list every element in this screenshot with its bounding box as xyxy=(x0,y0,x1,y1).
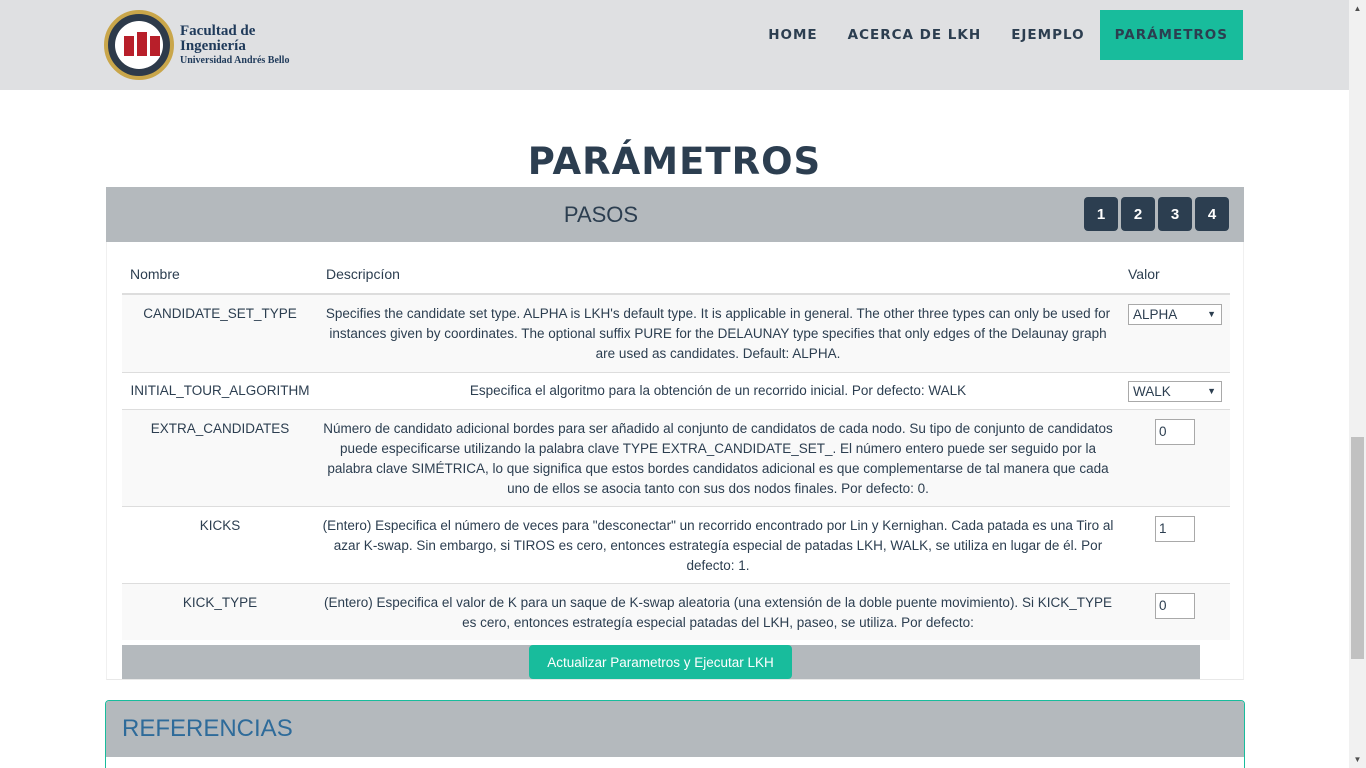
chevron-down-icon: ▼ xyxy=(1207,309,1216,319)
pasos-bar: PASOS 1 2 3 4 xyxy=(106,187,1244,242)
param-description: Specifies the candidate set type. ALPHA … xyxy=(325,306,1111,361)
faculty-logo[interactable]: Facultad de Ingeniería Universidad André… xyxy=(104,9,304,81)
candidate-set-type-select[interactable]: ALPHA ▼ xyxy=(1128,304,1222,325)
pasos-label: PASOS xyxy=(563,202,639,227)
table-row: EXTRA_CANDIDATES Número de candidato adi… xyxy=(122,409,1230,506)
param-description: (Entero) Especifica el valor de K para u… xyxy=(324,595,1112,630)
nav-acerca-de-lkh[interactable]: ACERCA DE LKH xyxy=(833,10,997,60)
chevron-down-icon: ▼ xyxy=(1207,386,1216,396)
page-title: PARÁMETROS xyxy=(527,140,822,183)
references-panel: REFERENCIAS xyxy=(105,700,1245,768)
param-name: KICK_TYPE xyxy=(182,595,258,610)
table-row: KICKS (Entero) Especifica el número de v… xyxy=(122,506,1230,583)
select-value: WALK xyxy=(1133,384,1171,399)
logo-text: Facultad de Ingeniería Universidad André… xyxy=(180,22,290,67)
nav-parametros[interactable]: PARÁMETROS xyxy=(1099,10,1243,60)
parameters-panel: Nombre Descripcíon Valor CANDIDATE_SET_T… xyxy=(106,242,1244,680)
select-value: ALPHA xyxy=(1133,307,1178,322)
kicks-input[interactable]: 1 xyxy=(1155,516,1195,542)
logo-line-3: Universidad Andrés Bello xyxy=(180,54,290,66)
extra-candidates-input[interactable]: 0 xyxy=(1155,419,1195,445)
vertical-scrollbar[interactable]: ▲ ▼ xyxy=(1349,0,1366,768)
table-row: KICK_TYPE (Entero) Especifica el valor d… xyxy=(122,583,1230,640)
table-row: CANDIDATE_SET_TYPE Specifies the candida… xyxy=(122,294,1230,372)
param-name: INITIAL_TOUR_ALGORITHM xyxy=(130,383,310,398)
step-button-4[interactable]: 4 xyxy=(1195,197,1229,231)
scrollbar-thumb[interactable] xyxy=(1351,437,1364,659)
nav-home[interactable]: HOME xyxy=(753,10,832,60)
header-nombre: Nombre xyxy=(130,266,180,282)
param-name: KICKS xyxy=(199,518,241,533)
logo-line-2: Ingeniería xyxy=(180,37,246,54)
kick-type-input[interactable]: 0 xyxy=(1155,593,1195,619)
param-description: Especifica el algoritmo para la obtenció… xyxy=(469,383,967,398)
university-seal-icon xyxy=(104,10,174,80)
step-button-3[interactable]: 3 xyxy=(1158,197,1192,231)
references-title: REFERENCIAS xyxy=(106,701,1244,757)
param-name: EXTRA_CANDIDATES xyxy=(150,421,290,436)
navbar: Facultad de Ingeniería Universidad André… xyxy=(0,0,1349,90)
scroll-up-arrow-icon[interactable]: ▲ xyxy=(1349,0,1366,17)
header-valor: Valor xyxy=(1128,266,1160,282)
step-button-1[interactable]: 1 xyxy=(1084,197,1118,231)
param-name: CANDIDATE_SET_TYPE xyxy=(143,306,297,321)
nav-ejemplo[interactable]: EJEMPLO xyxy=(996,10,1099,60)
logo-line-1: Facultad de xyxy=(180,22,256,39)
header-descripcion: Descripcíon xyxy=(326,266,400,282)
update-and-run-button[interactable]: Actualizar Parametros y Ejecutar LKH xyxy=(529,645,792,679)
param-description: Número de candidato adicional bordes par… xyxy=(323,421,1113,496)
step-buttons: 1 2 3 4 xyxy=(1081,197,1229,231)
scroll-down-arrow-icon[interactable]: ▼ xyxy=(1349,751,1366,768)
step-button-2[interactable]: 2 xyxy=(1121,197,1155,231)
param-description: (Entero) Especifica el número de veces p… xyxy=(322,518,1114,573)
action-bar: Actualizar Parametros y Ejecutar LKH xyxy=(122,645,1200,679)
main-nav: HOME ACERCA DE LKH EJEMPLO PARÁMETROS xyxy=(753,10,1243,60)
table-row: INITIAL_TOUR_ALGORITHM Especifica el alg… xyxy=(122,372,1230,409)
initial-tour-algorithm-select[interactable]: WALK ▼ xyxy=(1128,381,1222,402)
